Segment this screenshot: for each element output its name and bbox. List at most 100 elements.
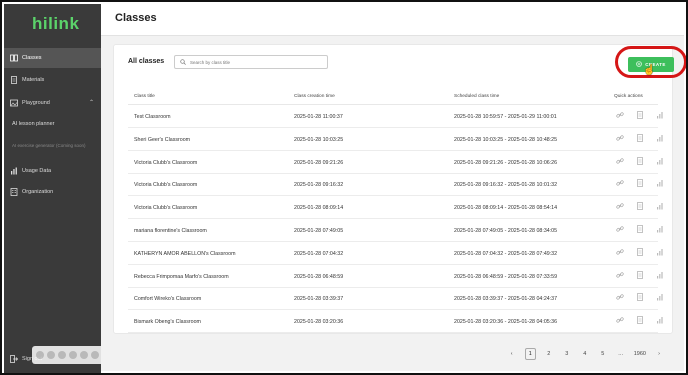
chevron-up-icon[interactable]: ⌃	[89, 99, 94, 106]
sidebar-item-classes[interactable]: Classes	[4, 48, 101, 68]
table-header: Class title Class creation time Schedule…	[128, 93, 658, 105]
app-frame: hilink Classes Materials Playground ⌃ AI…	[0, 0, 688, 375]
sidebar-item-label: AI exercise generator (Coming soon)	[12, 142, 86, 148]
table-row[interactable]: Victoria Clubb's Classroom 2025-01-28 09:…	[128, 152, 663, 174]
page-button[interactable]: 5	[598, 351, 608, 357]
prev-page-button[interactable]: ‹	[507, 351, 517, 357]
search-box[interactable]	[174, 55, 328, 69]
document-icon[interactable]	[636, 225, 646, 235]
sidebar-item-label: Organization	[22, 189, 54, 195]
document-icon[interactable]	[636, 133, 646, 144]
link-icon[interactable]	[616, 134, 626, 144]
class-created-cell: 2025-01-28 07:49:05	[294, 228, 344, 234]
class-created-cell: 2025-01-28 09:16:32	[294, 182, 344, 189]
image-icon	[10, 99, 18, 107]
bar-chart-icon[interactable]	[656, 111, 666, 121]
document-icon[interactable]	[636, 293, 646, 303]
bar-chart-icon	[10, 167, 18, 175]
document-icon[interactable]	[636, 202, 646, 212]
document-icon[interactable]	[636, 270, 646, 281]
bar-chart-icon[interactable]	[656, 157, 666, 167]
book-icon	[10, 54, 18, 62]
column-header-actions: Quick actions	[614, 94, 643, 99]
sidebar-item-label: AI lesson planner	[12, 121, 55, 127]
document-icon[interactable]	[636, 179, 646, 189]
page-button[interactable]: 1960	[634, 351, 646, 357]
zoom-tool-icon[interactable]	[91, 351, 99, 359]
class-scheduled-cell: 2025-01-28 09:21:26 - 2025-01-28 10:06:2…	[454, 159, 558, 166]
link-icon[interactable]	[616, 271, 626, 281]
sidebar-item-playground[interactable]: Playground ⌃	[4, 93, 101, 113]
link-icon[interactable]	[616, 293, 626, 303]
delete-tool-icon[interactable]	[58, 351, 66, 359]
class-scheduled-cell: 2025-01-28 07:49:05 - 2025-01-28 08:34:0…	[454, 228, 558, 234]
bar-chart-icon[interactable]	[656, 271, 666, 281]
circle-tool-icon[interactable]	[36, 351, 44, 359]
table-row[interactable]: mariana florentine's Classroom 2025-01-28…	[128, 220, 663, 242]
bar-chart-icon[interactable]	[656, 179, 666, 189]
class-scheduled-cell: 2025-01-28 03:20:36 - 2025-01-28 04:05:3…	[454, 319, 558, 326]
sidebar-item-label: Usage Data	[22, 168, 52, 174]
table-row[interactable]: Rebecca Frimpomaa Marfo's Classroom 2025-…	[128, 266, 663, 288]
page-button[interactable]: 1	[524, 348, 536, 360]
class-scheduled-cell: 2025-01-28 10:03:25 - 2025-01-28 10:48:2…	[454, 136, 558, 143]
link-icon[interactable]	[616, 157, 626, 167]
next-page-button[interactable]: ›	[654, 351, 664, 357]
table-row[interactable]: KATHERYN AMOR ABELLON's Classroom 2025-01…	[128, 243, 663, 265]
table-row[interactable]: Bismark Obeng's Classroom 2025-01-28 03:2…	[128, 311, 663, 334]
link-icon[interactable]	[616, 248, 626, 258]
bar-chart-icon[interactable]	[656, 225, 666, 235]
hand-cursor-icon: ☝	[643, 65, 656, 76]
column-header-title: Class title	[134, 94, 155, 99]
class-created-cell: 2025-01-28 03:39:37	[294, 296, 344, 303]
link-icon[interactable]	[616, 202, 626, 212]
table-row[interactable]: Victoria Clubb's Classroom 2025-01-28 08:…	[128, 197, 663, 220]
sidebar-item-label: Playground	[22, 100, 50, 106]
table-row[interactable]: Victoria Clubb's Classroom 2025-01-28 09:…	[128, 174, 663, 197]
sidebar-item-usage-data[interactable]: Usage Data	[4, 161, 101, 181]
pagination: ‹ 1 2 3 4 5 … 1960 ›	[507, 347, 682, 361]
document-icon[interactable]	[636, 156, 646, 167]
pen-tool-icon[interactable]	[69, 351, 77, 359]
table-row[interactable]: Comfort Wireko's Classroom 2025-01-28 03:…	[128, 288, 663, 311]
sidebar-item-materials[interactable]: Materials	[4, 70, 101, 90]
classes-card: All classes CREATE Class title Class cre…	[113, 44, 674, 334]
link-icon[interactable]	[616, 316, 626, 326]
class-scheduled-cell: 2025-01-28 08:09:14 - 2025-01-28 08:54:1…	[454, 205, 558, 212]
building-icon	[10, 188, 18, 196]
sidebar-item-label: Classes	[22, 55, 42, 61]
document-icon	[10, 76, 18, 84]
main-content: All classes CREATE Class title Class cre…	[101, 36, 684, 371]
class-created-cell: 2025-01-28 11:00:37	[294, 114, 343, 120]
sidebar-item-organization[interactable]: Organization	[4, 182, 101, 202]
bar-chart-icon[interactable]	[656, 293, 666, 303]
bar-chart-icon[interactable]	[656, 316, 666, 326]
bar-chart-icon[interactable]	[656, 134, 666, 144]
search-input[interactable]	[190, 59, 320, 65]
page-title: Classes	[115, 12, 157, 24]
page-button[interactable]: 3	[562, 351, 572, 357]
document-icon[interactable]	[636, 247, 646, 258]
class-scheduled-cell: 2025-01-28 09:16:32 - 2025-01-28 10:01:3…	[454, 182, 558, 189]
document-icon[interactable]	[636, 111, 646, 121]
bar-chart-icon[interactable]	[656, 202, 666, 212]
document-icon[interactable]	[636, 316, 646, 326]
page-button[interactable]: 2	[544, 351, 554, 357]
page-button[interactable]: 4	[580, 351, 590, 357]
highlighter-tool-icon[interactable]	[80, 351, 88, 359]
link-icon[interactable]	[616, 225, 626, 235]
page-ellipsis: …	[618, 351, 624, 357]
link-icon[interactable]	[616, 179, 626, 189]
table-row[interactable]: Test Classroom 2025-01-28 11:00:37 2025-01…	[128, 106, 663, 128]
shape-tool-icon[interactable]	[47, 351, 55, 359]
link-icon[interactable]	[616, 111, 626, 121]
class-scheduled-cell: 2025-01-28 07:04:32 - 2025-01-28 07:49:3…	[454, 250, 558, 257]
class-created-cell: 2025-01-28 07:04:32	[294, 250, 344, 257]
sidebar-item-ai-lesson-planner[interactable]: AI lesson planner	[4, 114, 101, 134]
sidebar: hilink Classes Materials Playground ⌃ AI…	[4, 4, 101, 373]
class-scheduled-cell: 2025-01-28 06:48:59 - 2025-01-28 07:33:5…	[454, 273, 558, 280]
table-row[interactable]: Sheri Geer's Classroom 2025-01-28 10:03:2…	[128, 129, 663, 151]
column-header-scheduled: Scheduled class time	[454, 94, 500, 99]
class-title-cell: KATHERYN AMOR ABELLON's Classroom	[134, 250, 236, 257]
bar-chart-icon[interactable]	[656, 248, 666, 258]
